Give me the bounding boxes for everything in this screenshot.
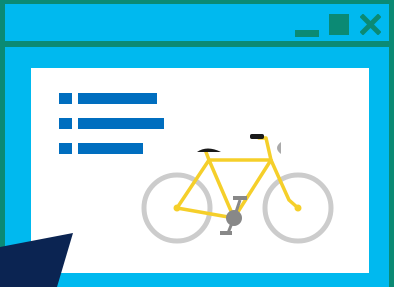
mouse-pointer-icon <box>0 233 73 287</box>
